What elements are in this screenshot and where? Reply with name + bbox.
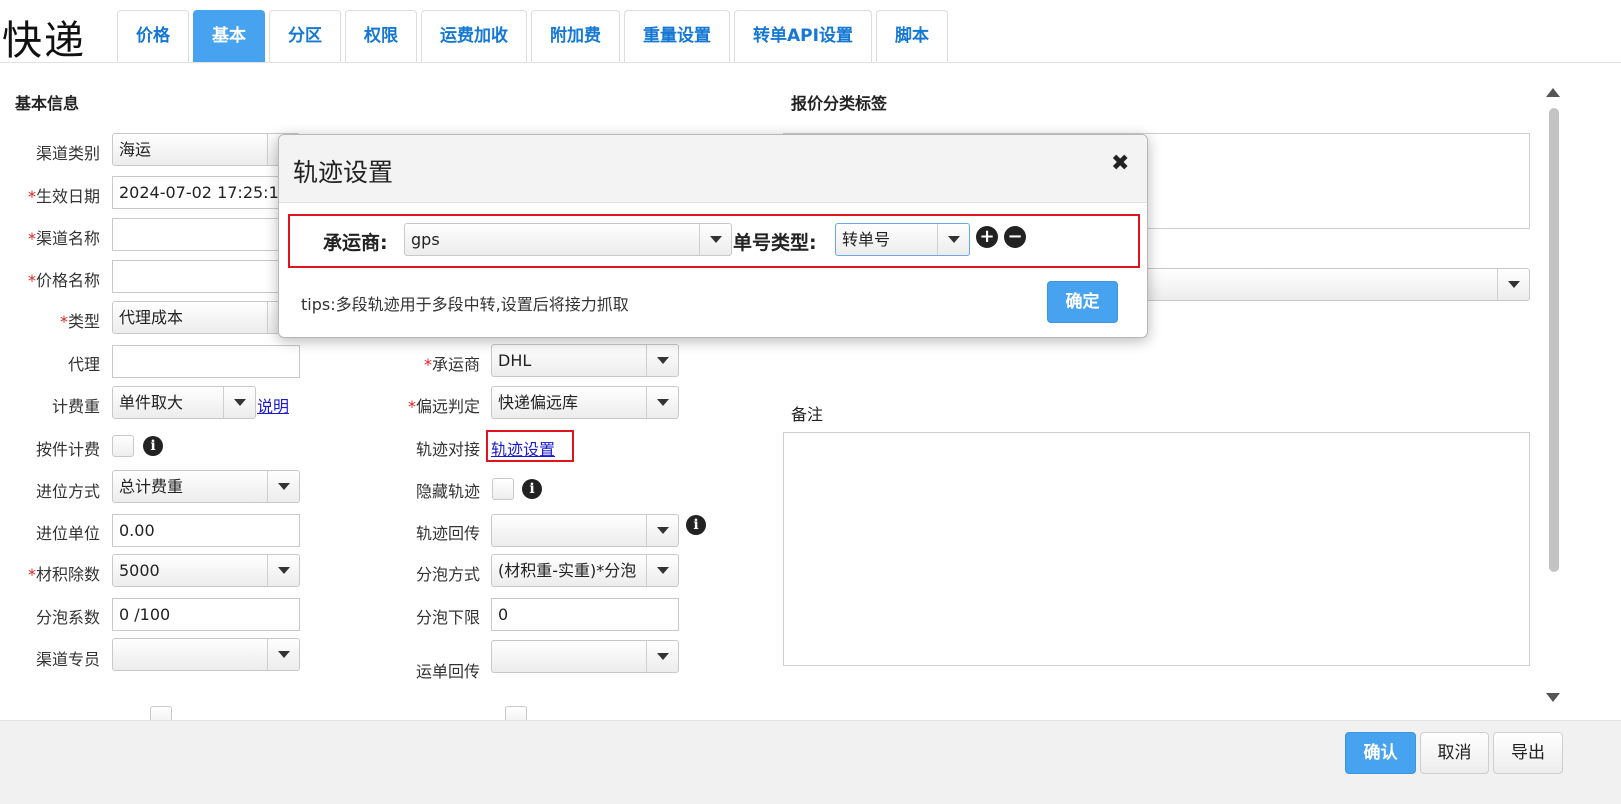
tracking-settings-link[interactable]: 轨迹设置 (491, 436, 555, 460)
quote-tags-title: 报价分类标签 (791, 94, 888, 113)
per-piece-label: 按件计费 (35, 440, 100, 459)
type-label: *类型 (59, 312, 100, 331)
tab-divider (0, 62, 1621, 63)
tracking-integration-label: 轨迹对接 (415, 440, 480, 459)
channel-category-label: 渠道类别 (35, 144, 100, 163)
waybill-return-select[interactable] (491, 640, 679, 673)
tab-additional-fee[interactable]: 附加费 (531, 10, 620, 62)
dialog-tips: tips:多段轨迹用于多段中转,设置后将接力抓取 (301, 295, 629, 314)
billing-weight-help-link[interactable]: 说明 (257, 393, 289, 417)
split-method-select[interactable]: (材积重-实重)*分泡 (491, 554, 679, 587)
tab-zone[interactable]: 分区 (269, 10, 341, 62)
per-piece-checkbox[interactable] (112, 435, 134, 457)
channel-name-label: *渠道名称 (27, 229, 100, 248)
tab-freight-surcharge[interactable]: 运费加收 (421, 10, 527, 62)
chevron-down-icon (646, 555, 678, 586)
tab-script[interactable]: 脚本 (875, 10, 948, 62)
info-icon[interactable]: i (686, 515, 706, 535)
cancel-button[interactable]: 取消 (1420, 732, 1489, 774)
tracking-return-select[interactable] (491, 514, 679, 547)
export-button[interactable]: 导出 (1493, 732, 1563, 774)
split-method-label: 分泡方式 (415, 565, 480, 584)
rounding-method-label: 进位方式 (35, 482, 100, 501)
number-type-label: 单号类型: (733, 232, 817, 254)
split-coefficient-label: 分泡系数 (35, 608, 100, 627)
price-name-label: *价格名称 (27, 271, 100, 290)
tab-bar: 价格 基本 分区 权限 运费加收 附加费 重量设置 转单API设置 脚本 (117, 10, 952, 62)
remote-check-select[interactable]: 快递偏远库 (491, 386, 679, 419)
split-lower-limit-input[interactable]: 0 (491, 598, 679, 631)
price-name-input[interactable] (112, 260, 300, 293)
tab-weight-settings[interactable]: 重量设置 (624, 10, 730, 62)
chevron-down-icon (646, 515, 678, 546)
carrier-label: *承运商 (423, 355, 480, 374)
remove-row-icon[interactable]: − (1004, 226, 1026, 248)
scroll-up-icon[interactable] (1546, 88, 1560, 97)
agent-label: 代理 (67, 355, 100, 374)
chevron-down-icon (699, 224, 731, 255)
dialog-title: 轨迹设置 (293, 158, 394, 187)
add-row-icon[interactable]: + (976, 226, 998, 248)
agent-input[interactable] (112, 345, 300, 378)
chevron-down-icon (646, 345, 678, 376)
billing-weight-select[interactable]: 单件取大 (112, 386, 256, 419)
effective-date-input[interactable]: 2024-07-02 17:25:10 (112, 176, 300, 209)
info-icon[interactable]: i (522, 479, 542, 499)
number-type-select[interactable]: 转单号 (835, 223, 970, 256)
chevron-down-icon (646, 387, 678, 418)
volume-divisor-label: *材积除数 (27, 565, 100, 584)
chevron-down-icon (937, 224, 969, 255)
basic-info-title: 基本信息 (15, 94, 80, 113)
channel-category-select[interactable]: 海运 (112, 133, 300, 166)
tab-basic[interactable]: 基本 (193, 10, 265, 62)
chevron-down-icon (1497, 269, 1529, 300)
billing-weight-label: 计费重 (51, 397, 100, 416)
split-lower-limit-label: 分泡下限 (415, 608, 480, 627)
volume-divisor-select[interactable]: 5000 (112, 554, 300, 587)
rounding-unit-label: 进位单位 (35, 524, 100, 543)
chevron-down-icon (267, 555, 299, 586)
effective-date-label: *生效日期 (27, 187, 100, 206)
tab-price[interactable]: 价格 (117, 10, 189, 62)
tracking-settings-dialog: 轨迹设置 ✖ 承运商: gps 单号类型: 转单号 + − tips:多段轨迹用… (278, 134, 1148, 338)
tab-transfer-api-settings[interactable]: 转单API设置 (734, 10, 872, 62)
channel-specialist-select[interactable] (112, 638, 300, 671)
remarks-textarea[interactable] (783, 432, 1530, 666)
right-dropdown-select[interactable] (1100, 268, 1530, 301)
remarks-title: 备注 (791, 405, 824, 424)
remote-check-label: *偏远判定 (407, 397, 480, 416)
info-icon[interactable]: i (143, 436, 163, 456)
scroll-down-icon[interactable] (1546, 693, 1560, 702)
app-title: 快递 (2, 18, 86, 64)
chevron-down-icon (267, 639, 299, 670)
hide-tracking-label: 隐藏轨迹 (415, 482, 480, 501)
rounding-method-select[interactable]: 总计费重 (112, 470, 300, 503)
scrollbar-thumb[interactable] (1549, 108, 1559, 572)
hide-tracking-checkbox[interactable] (492, 478, 514, 500)
dialog-carrier-label: 承运商: (323, 232, 388, 254)
dialog-header: 轨迹设置 ✖ (279, 135, 1147, 203)
dialog-carrier-select[interactable]: gps (404, 223, 732, 256)
dialog-confirm-button[interactable]: 确定 (1047, 281, 1118, 323)
close-icon[interactable]: ✖ (1111, 151, 1129, 176)
tab-permission[interactable]: 权限 (345, 10, 417, 62)
channel-name-input[interactable] (112, 218, 300, 251)
waybill-return-label: 运单回传 (415, 662, 480, 681)
type-select[interactable]: 代理成本 (112, 301, 300, 334)
carrier-select[interactable]: DHL (491, 344, 679, 377)
footer-bar: 确认 取消 导出 (0, 720, 1621, 804)
confirm-button[interactable]: 确认 (1345, 732, 1416, 774)
channel-specialist-label: 渠道专员 (35, 650, 100, 669)
tracking-return-label: 轨迹回传 (415, 524, 480, 543)
chevron-down-icon (223, 387, 255, 418)
split-coefficient-input[interactable]: 0 /100 (112, 598, 300, 631)
rounding-unit-input[interactable]: 0.00 (112, 514, 300, 547)
chevron-down-icon (646, 641, 678, 672)
chevron-down-icon (267, 471, 299, 502)
